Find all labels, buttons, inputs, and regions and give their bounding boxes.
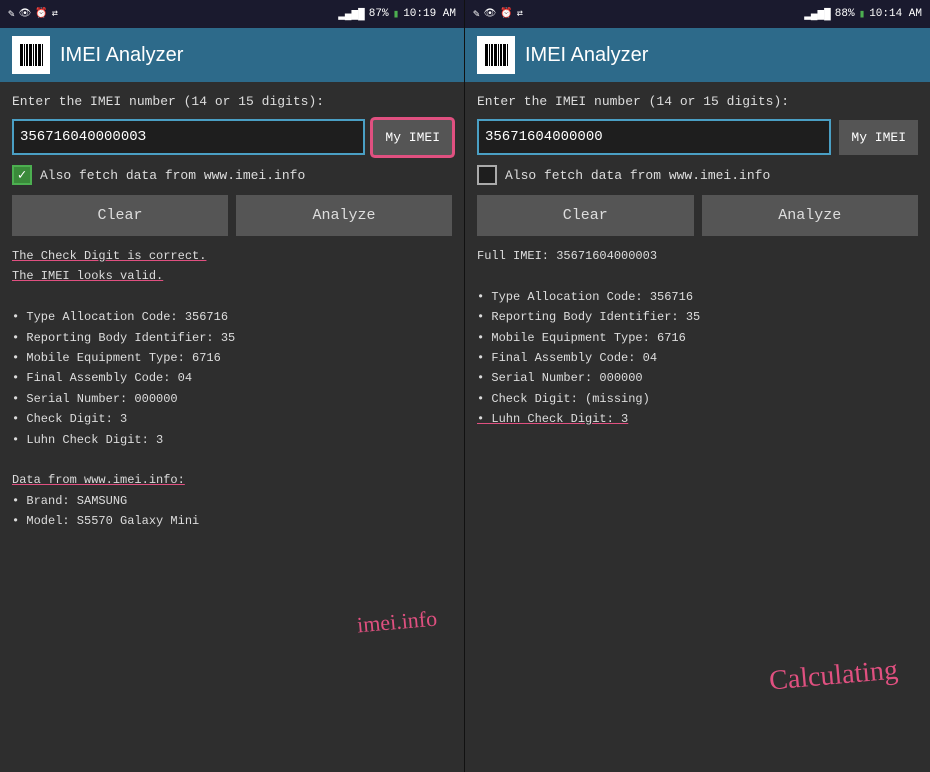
right-checkbox[interactable] [477, 165, 497, 185]
right-button-row: Clear Analyze [477, 195, 918, 236]
left-swap-icon: ⇄ [52, 8, 58, 20]
result-line-2: • Type Allocation Code: 356716 [12, 307, 452, 327]
result-line-3: • Reporting Body Identifier: 35 [12, 328, 452, 348]
right-phone-panel: ✎ 👁 ⏰ ⇄ ▂▄▆█ 88% ▮ 10:14 AM IMEI [465, 0, 930, 772]
left-battery-icon: ▮ [393, 7, 400, 21]
left-clear-button[interactable]: Clear [12, 195, 228, 236]
right-full-imei: Full IMEI: 35671604000003 [477, 246, 918, 266]
right-app-header: IMEI Analyzer [465, 28, 930, 82]
left-signal-icon: ▂▄▆█ [338, 7, 364, 21]
right-annotation-calculating: Calculating [767, 647, 900, 706]
left-checkbox-label: Also fetch data from www.imei.info [40, 168, 305, 183]
result-spacer-1 [12, 287, 452, 307]
right-signal-icon: ▂▄▆█ [804, 7, 830, 21]
right-checkbox-row: Also fetch data from www.imei.info [477, 165, 918, 185]
left-alarm-icon: ⏰ [35, 8, 47, 20]
right-status-left: ✎ 👁 ⏰ ⇄ [473, 7, 523, 21]
left-annotation-imei-info: imei.info [355, 599, 438, 643]
result-section-header: Data from www.imei.info: [12, 470, 452, 490]
left-status-right: ▂▄▆█ 87% ▮ 10:19 AM [338, 7, 456, 21]
left-app-header: IMEI Analyzer [0, 28, 464, 82]
left-checkbox-row: ✓ Also fetch data from www.imei.info [12, 165, 452, 185]
right-tac: • Type Allocation Code: 356716 [477, 287, 918, 307]
right-barcode-icon [485, 44, 508, 66]
right-luhn: • Luhn Check Digit: 3 [477, 409, 918, 429]
left-barcode-icon [20, 44, 43, 66]
result-line-0: The Check Digit is correct. [12, 246, 452, 266]
right-eye-icon: 👁 [484, 8, 497, 20]
right-battery-pct: 88% [835, 8, 855, 20]
left-app-title: IMEI Analyzer [60, 44, 183, 67]
left-pencil-icon: ✎ [8, 7, 15, 21]
left-input-label: Enter the IMEI number (14 or 15 digits): [12, 94, 452, 109]
right-swap-icon: ⇄ [517, 8, 523, 20]
left-phone-panel: ✎ 👁 ⏰ ⇄ ▂▄▆█ 87% ▮ 10:19 AM IMEI [0, 0, 465, 772]
right-sn: • Serial Number: 000000 [477, 368, 918, 388]
right-app-title: IMEI Analyzer [525, 44, 648, 67]
right-result-area: Full IMEI: 35671604000003 • Type Allocat… [477, 246, 918, 760]
right-panel-body: Enter the IMEI number (14 or 15 digits):… [465, 82, 930, 772]
left-battery-pct: 87% [369, 8, 389, 20]
right-status-right: ▂▄▆█ 88% ▮ 10:14 AM [804, 7, 922, 21]
left-status-left: ✎ 👁 ⏰ ⇄ [8, 7, 58, 21]
left-input-row: My IMEI [12, 119, 452, 155]
result-spacer-2 [12, 450, 452, 470]
left-checkbox[interactable]: ✓ [12, 165, 32, 185]
left-button-row: Clear Analyze [12, 195, 452, 236]
result-line-5: • Final Assembly Code: 04 [12, 368, 452, 388]
left-panel-body: Enter the IMEI number (14 or 15 digits):… [0, 82, 464, 772]
right-clear-button[interactable]: Clear [477, 195, 694, 236]
result-line-1: The IMEI looks valid. [12, 266, 452, 286]
result-model: • Model: S5570 Galaxy Mini [12, 511, 452, 531]
right-analyze-button[interactable]: Analyze [702, 195, 919, 236]
left-time: 10:19 AM [403, 8, 456, 20]
right-time: 10:14 AM [869, 8, 922, 20]
right-cd: • Check Digit: (missing) [477, 389, 918, 409]
right-battery-icon: ▮ [859, 7, 866, 21]
left-analyze-button[interactable]: Analyze [236, 195, 452, 236]
right-pencil-icon: ✎ [473, 7, 480, 21]
left-app-logo [12, 36, 50, 74]
left-my-imei-button[interactable]: My IMEI [373, 120, 452, 155]
right-rbi: • Reporting Body Identifier: 35 [477, 307, 918, 327]
left-imei-input[interactable] [12, 119, 365, 155]
right-status-bar: ✎ 👁 ⏰ ⇄ ▂▄▆█ 88% ▮ 10:14 AM [465, 0, 930, 28]
result-brand: • Brand: SAMSUNG [12, 491, 452, 511]
right-imei-input[interactable] [477, 119, 831, 155]
right-input-label: Enter the IMEI number (14 or 15 digits): [477, 94, 918, 109]
right-app-logo [477, 36, 515, 74]
left-eye-icon: 👁 [19, 8, 32, 20]
right-alarm-icon: ⏰ [500, 8, 512, 20]
result-line-8: • Luhn Check Digit: 3 [12, 430, 452, 450]
left-status-bar: ✎ 👁 ⏰ ⇄ ▂▄▆█ 87% ▮ 10:19 AM [0, 0, 464, 28]
result-line-6: • Serial Number: 000000 [12, 389, 452, 409]
right-my-imei-button[interactable]: My IMEI [839, 120, 918, 155]
right-met: • Mobile Equipment Type: 6716 [477, 328, 918, 348]
right-input-row: My IMEI [477, 119, 918, 155]
left-checkmark-icon: ✓ [18, 167, 26, 184]
right-fac: • Final Assembly Code: 04 [477, 348, 918, 368]
result-line-7: • Check Digit: 3 [12, 409, 452, 429]
right-spacer-1 [477, 266, 918, 286]
right-checkbox-label: Also fetch data from www.imei.info [505, 168, 770, 183]
left-result-area: The Check Digit is correct. The IMEI loo… [12, 246, 452, 760]
result-line-4: • Mobile Equipment Type: 6716 [12, 348, 452, 368]
